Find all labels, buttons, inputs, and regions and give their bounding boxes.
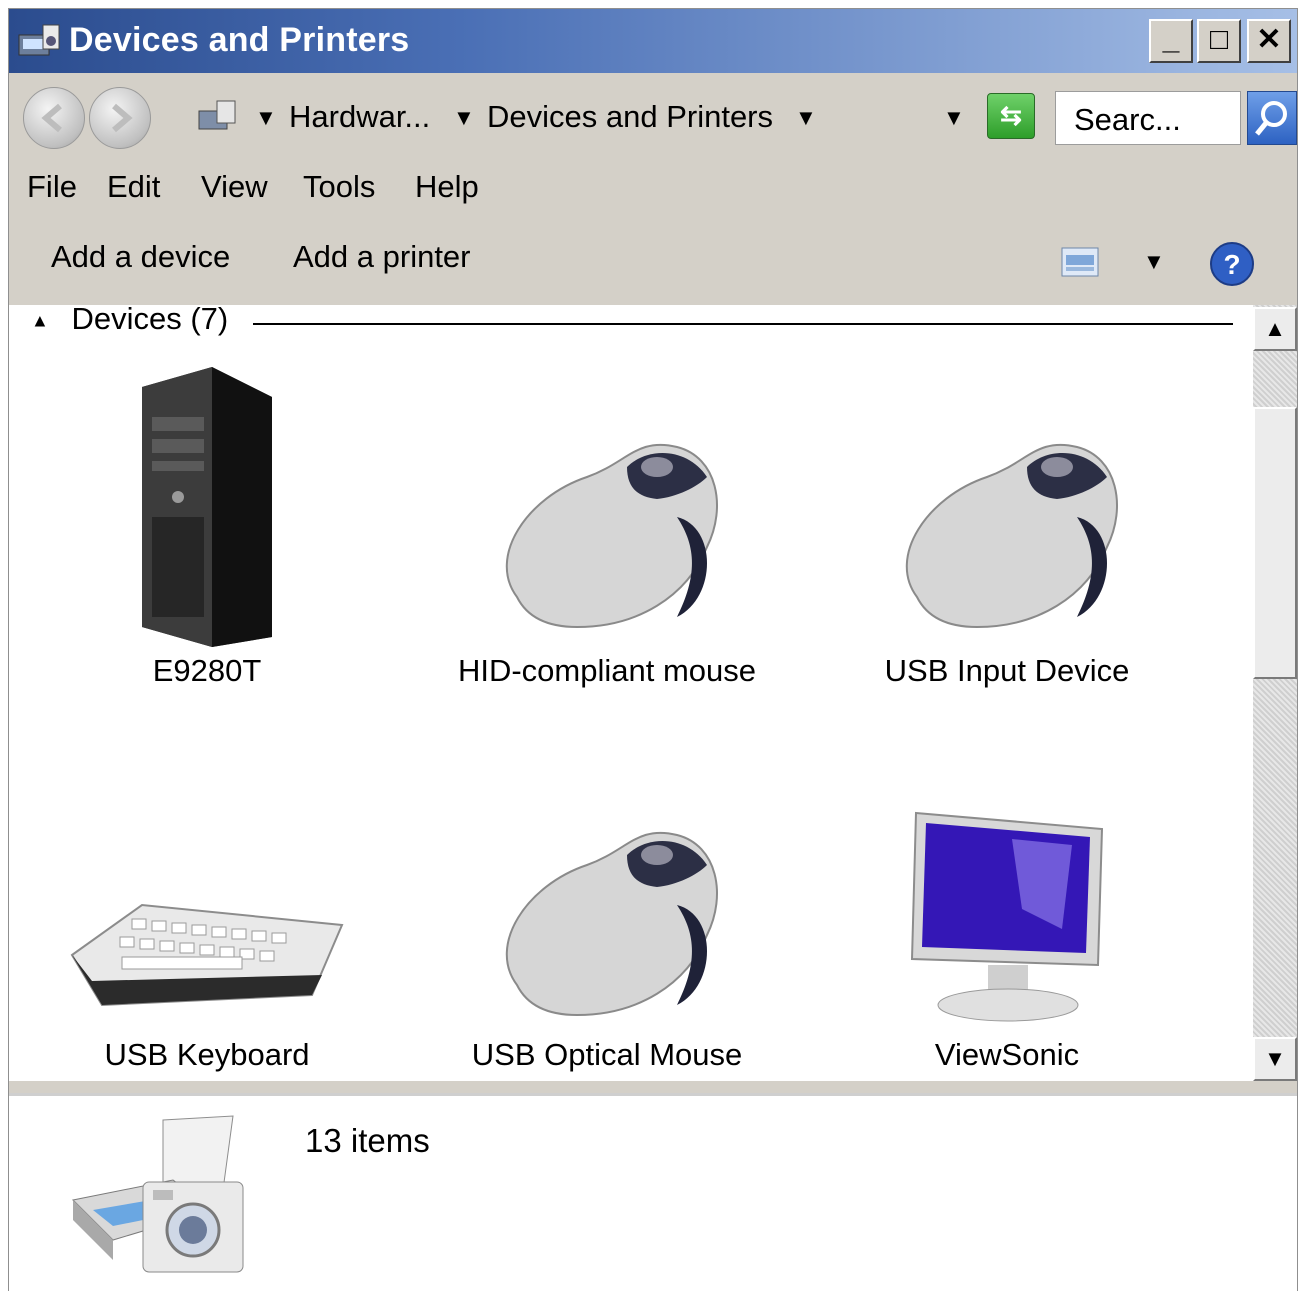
navigation-bar: ▼ Hardwar... ▼ Devices and Printers ▼ ▼ … — [9, 79, 1297, 159]
group-divider — [253, 323, 1233, 325]
device-item[interactable]: USB Input Device — [847, 357, 1167, 737]
device-label: USB Optical Mouse — [471, 1037, 743, 1072]
device-item[interactable]: HID-compliant mouse — [447, 357, 767, 737]
change-view-icon[interactable] — [1061, 247, 1099, 277]
window-title: Devices and Printers — [69, 21, 410, 59]
forward-arrow-icon — [112, 103, 133, 133]
add-printer-button[interactable]: Add a printer — [293, 239, 471, 275]
device-item[interactable]: E9280T — [47, 357, 367, 737]
refresh-button[interactable]: ⇆ — [987, 93, 1035, 139]
command-bar: Add a device Add a printer ▼ ? — [9, 219, 1297, 305]
device-item[interactable]: USB Optical Mouse — [447, 745, 767, 1081]
group-title: Devices (7) — [71, 305, 229, 336]
help-icon[interactable]: ? — [1209, 241, 1255, 287]
back-arrow-icon — [41, 103, 62, 133]
device-label: HID-compliant mouse — [457, 653, 757, 688]
address-history-dropdown-icon[interactable]: ▼ — [943, 105, 965, 131]
view-options-dropdown-icon[interactable]: ▼ — [1143, 249, 1165, 275]
collapse-arrow-icon[interactable]: ▲ — [31, 310, 49, 330]
mouse-icon — [505, 831, 718, 1017]
menu-help[interactable]: Help — [415, 169, 479, 205]
printer-camera-icon — [71, 1115, 244, 1273]
keyboard-icon — [70, 903, 344, 1007]
mouse-icon — [505, 443, 718, 629]
menu-edit[interactable]: Edit — [107, 169, 160, 205]
device-label: E9280T — [152, 653, 262, 688]
scroll-down-button[interactable]: ▼ — [1253, 1037, 1297, 1081]
menu-view[interactable]: View — [201, 169, 268, 205]
monitor-icon — [910, 811, 1104, 1022]
add-device-button[interactable]: Add a device — [51, 239, 230, 275]
item-count: 13 items — [305, 1122, 430, 1159]
scroll-up-button[interactable]: ▲ — [1253, 307, 1297, 351]
details-pane: 13 items — [9, 1093, 1297, 1294]
scroll-thumb[interactable] — [1253, 407, 1297, 679]
title-bar[interactable]: Devices and Printers _ □ ✕ — [9, 9, 1297, 73]
breadcrumb-devices-and-printers[interactable]: Devices and Printers — [487, 99, 773, 135]
search-input[interactable]: Searc... — [1055, 91, 1241, 145]
device-item[interactable]: ViewSonic — [847, 745, 1167, 1081]
close-button[interactable]: ✕ — [1247, 19, 1291, 63]
devices-and-printers-window: Devices and Printers _ □ ✕ ▼ Hardwar... … — [8, 8, 1298, 1294]
devices-printers-icon — [18, 24, 60, 56]
menu-file[interactable]: File — [27, 169, 77, 205]
devices-group-header[interactable]: ▲ Devices (7) — [31, 305, 228, 337]
breadcrumb-separator-icon[interactable]: ▼ — [453, 105, 475, 131]
maximize-button[interactable]: □ — [1197, 19, 1241, 63]
minimize-button[interactable]: _ — [1149, 19, 1193, 63]
device-label: ViewSonic — [934, 1037, 1080, 1072]
menu-tools[interactable]: Tools — [303, 169, 375, 205]
device-label: USB Input Device — [884, 653, 1130, 688]
search-button[interactable] — [1247, 91, 1297, 145]
desktop-tower-icon — [142, 367, 272, 647]
device-label: USB Keyboard — [104, 1037, 310, 1072]
refresh-icon: ⇆ — [1000, 100, 1022, 130]
vertical-scrollbar[interactable]: ▲ ▼ — [1253, 305, 1297, 1081]
breadcrumb-separator-icon[interactable]: ▼ — [795, 105, 817, 131]
control-panel-icon — [198, 100, 236, 130]
back-button[interactable] — [23, 87, 85, 149]
forward-button[interactable] — [89, 87, 151, 149]
breadcrumb-dropdown-icon[interactable]: ▼ — [255, 105, 277, 131]
svg-text:?: ? — [1223, 249, 1240, 280]
device-item[interactable]: USB Keyboard — [47, 745, 367, 1081]
breadcrumb-hardware[interactable]: Hardwar... — [289, 99, 430, 135]
address-bar[interactable]: ▼ Hardwar... ▼ Devices and Printers ▼ ▼ — [187, 85, 1045, 151]
menu-bar: File Edit View Tools Help — [9, 161, 1297, 217]
mouse-icon — [905, 443, 1118, 629]
devices-view[interactable]: ▲ Devices (7) E9280T HID-compliant mouse… — [9, 305, 1253, 1081]
search-icon — [1255, 101, 1287, 136]
